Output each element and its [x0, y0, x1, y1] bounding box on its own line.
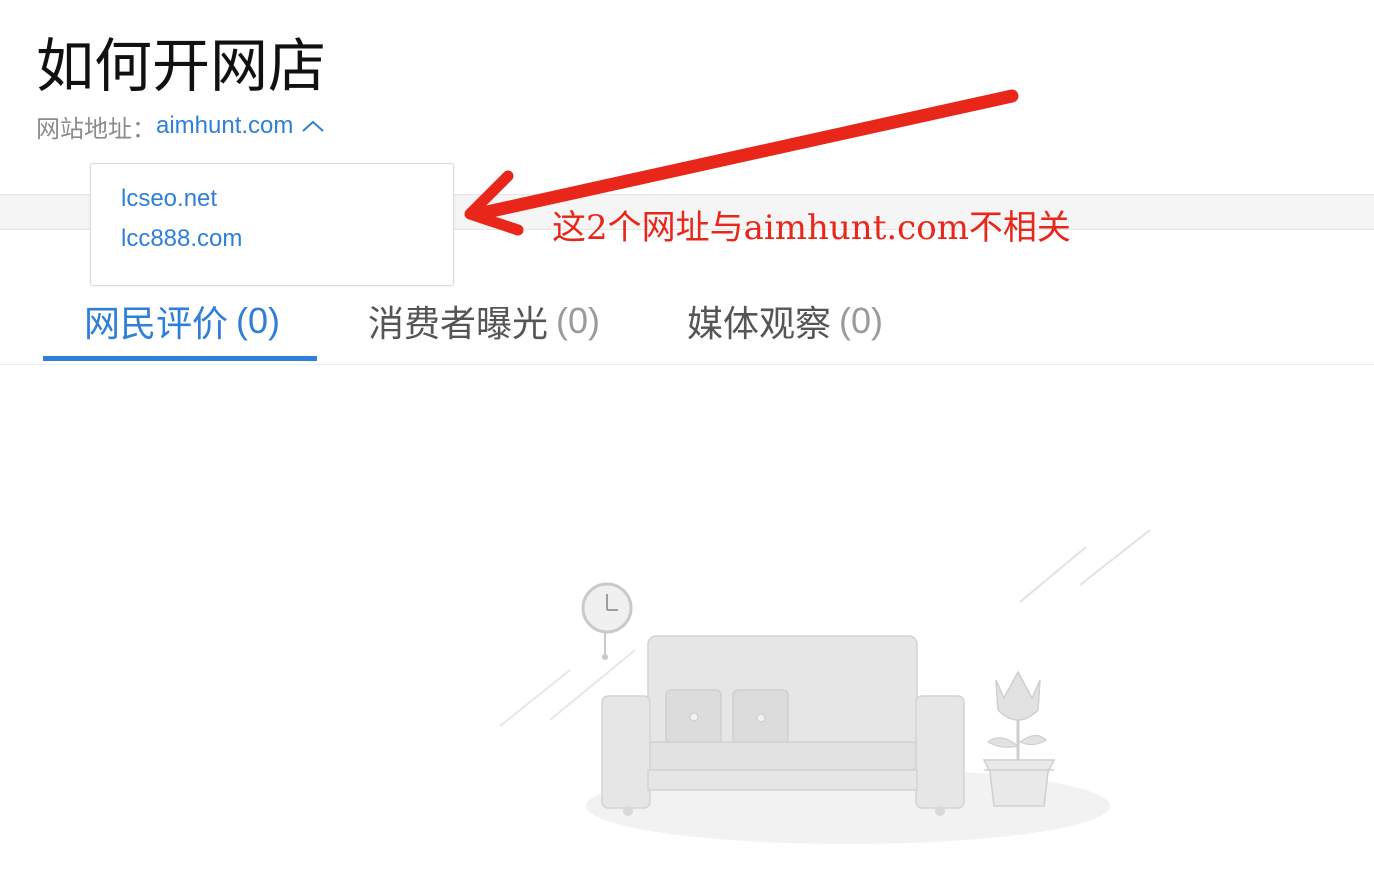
chevron-up-icon[interactable] — [301, 119, 325, 133]
tab-netizen-reviews[interactable]: 网民评价 (0) — [84, 280, 280, 362]
page-title: 如何开网店 — [36, 32, 327, 100]
tab-label: 消费者曝光 — [368, 304, 549, 345]
site-address-row: 网站地址： aimhunt.com — [36, 108, 325, 144]
tab-count: (0) — [839, 300, 884, 341]
tab-count: (0) — [556, 300, 601, 341]
annotation-text: 这2个网址与aimhunt.com不相关 — [552, 208, 1071, 248]
review-tabs: 网民评价 (0) 消费者曝光 (0) 媒体观察 (0) — [0, 280, 1374, 365]
tab-count: (0) — [236, 300, 281, 341]
dropdown-item-lcc888[interactable]: lcc888.com — [121, 225, 242, 253]
site-address-link[interactable]: aimhunt.com — [156, 112, 293, 140]
empty-room-sofa-icon — [499, 529, 1151, 844]
tab-consumer-exposure[interactable]: 消费者曝光 (0) — [368, 280, 600, 362]
site-address-dropdown: lcseo.net lcc888.com — [90, 163, 454, 286]
site-address-label: 网站地址： — [36, 114, 156, 143]
tab-label: 媒体观察 — [687, 304, 832, 345]
page: 如何开网店 网站地址： aimhunt.com lcseo.net lcc888… — [0, 0, 1374, 896]
tab-media-observation[interactable]: 媒体观察 (0) — [687, 280, 883, 362]
tab-label: 网民评价 — [84, 304, 229, 345]
active-tab-underline — [43, 356, 317, 361]
dropdown-item-lcseo[interactable]: lcseo.net — [121, 185, 217, 213]
